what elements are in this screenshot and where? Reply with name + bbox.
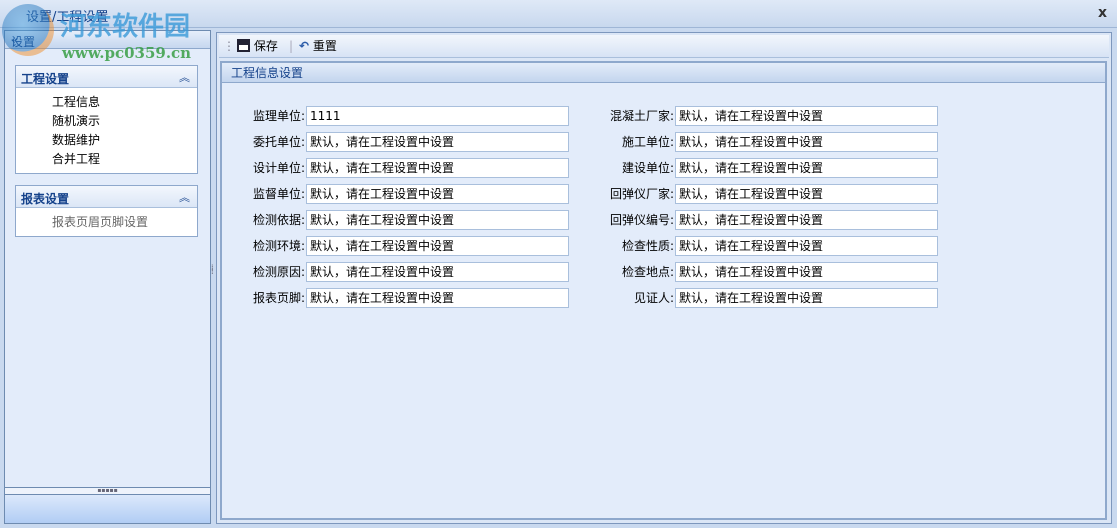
save-icon <box>237 39 250 52</box>
group-report-settings: 报表设置 ︽ 报表页眉页脚设置 <box>15 185 198 237</box>
field-input[interactable]: 默认，请在工程设置中设置 <box>675 158 938 178</box>
settings-sidebar: 设置 « 工程设置 ︽ 工程信息 随机演示 数据维护 合并工程 报表设置 ︽ 报… <box>4 30 211 524</box>
sidebar-header: 设置 « <box>5 31 210 49</box>
field-input[interactable]: 默认，请在工程设置中设置 <box>306 262 569 282</box>
field-label: 检测环境: <box>252 239 305 253</box>
toolbar: ⋮ 保存 | ↶ 重置 <box>219 35 1109 58</box>
field-input[interactable]: 默认，请在工程设置中设置 <box>675 288 938 308</box>
nav-item-merge-project[interactable]: 合并工程 <box>16 150 197 169</box>
collapse-sidebar-icon[interactable]: « <box>11 33 204 47</box>
group-title: 报表设置 <box>21 192 70 206</box>
field-input[interactable]: 默认，请在工程设置中设置 <box>675 236 938 256</box>
chevron-up-icon[interactable]: ︽ <box>179 69 190 85</box>
nav-item-report-header-footer[interactable]: 报表页眉页脚设置 <box>16 213 197 232</box>
nav-item-random-demo[interactable]: 随机演示 <box>16 112 197 131</box>
nav-item-data-maintenance[interactable]: 数据维护 <box>16 131 197 150</box>
undo-icon: ↶ <box>299 39 310 53</box>
field-label: 回弹仪编号: <box>609 213 674 227</box>
sidebar-splitter[interactable]: ▪▪▪▪▪ <box>5 487 210 495</box>
sidebar-footer <box>5 495 210 523</box>
project-info-panel: 工程信息设置 监理单位: 1111 混凝土厂家: 默认，请在工程设置中设置 委托单位: 默… <box>220 61 1107 520</box>
toolbar-grip-icon: ⋮ <box>223 39 235 53</box>
field-label: 施工单位: <box>621 135 674 149</box>
group-project-settings: 工程设置 ︽ 工程信息 随机演示 数据维护 合并工程 <box>15 65 198 174</box>
field-input[interactable]: 默认，请在工程设置中设置 <box>306 236 569 256</box>
field-input[interactable]: 默认，请在工程设置中设置 <box>675 262 938 282</box>
field-label: 建设单位: <box>621 161 674 175</box>
field-label: 监督单位: <box>252 187 305 201</box>
window-title: 设置/工程设置 <box>26 10 109 25</box>
main-panel: ⋮ 保存 | ↶ 重置 工程信息设置 监理单位: 1111 混凝土厂家: 默认，请在工… <box>216 32 1112 524</box>
field-label: 检测原因: <box>252 265 305 279</box>
nav-item-project-info[interactable]: 工程信息 <box>16 93 197 112</box>
close-button[interactable]: x <box>1098 5 1107 21</box>
save-button[interactable]: 保存 <box>237 38 278 55</box>
field-input[interactable]: 默认，请在工程设置中设置 <box>675 184 938 204</box>
field-label: 回弹仪厂家: <box>609 187 674 201</box>
title-bar: 设置/工程设置 x <box>0 0 1117 28</box>
field-input[interactable]: 默认，请在工程设置中设置 <box>306 132 569 152</box>
field-label: 检查性质: <box>621 239 674 253</box>
field-input[interactable]: 默认，请在工程设置中设置 <box>675 106 938 126</box>
field-label: 监理单位: <box>252 109 305 123</box>
group-title: 工程设置 <box>21 72 70 86</box>
field-input[interactable]: 默认，请在工程设置中设置 <box>306 158 569 178</box>
field-input[interactable]: 默认，请在工程设置中设置 <box>306 210 569 230</box>
field-label: 检查地点: <box>621 265 674 279</box>
field-label: 检测依据: <box>252 213 305 227</box>
field-input[interactable]: 默认，请在工程设置中设置 <box>675 132 938 152</box>
save-label: 保存 <box>253 39 278 53</box>
field-label: 委托单位: <box>252 135 305 149</box>
field-label: 报表页脚: <box>252 291 305 305</box>
field-input[interactable]: 默认，请在工程设置中设置 <box>675 210 938 230</box>
reset-label: 重置 <box>312 39 337 53</box>
field-input[interactable]: 默认，请在工程设置中设置 <box>306 288 569 308</box>
group-header[interactable]: 报表设置 ︽ <box>16 186 197 208</box>
group-header[interactable]: 工程设置 ︽ <box>16 66 197 88</box>
section-title: 工程信息设置 <box>222 63 1105 83</box>
field-label: 混凝土厂家: <box>609 109 674 123</box>
field-label: 设计单位: <box>252 161 305 175</box>
toolbar-separator: | <box>289 39 294 53</box>
reset-button[interactable]: ↶ 重置 <box>299 38 337 55</box>
field-label: 见证人: <box>633 291 674 305</box>
field-input[interactable]: 默认，请在工程设置中设置 <box>306 184 569 204</box>
field-input[interactable]: 1111 <box>306 106 569 126</box>
chevron-up-icon[interactable]: ︽ <box>179 189 190 205</box>
